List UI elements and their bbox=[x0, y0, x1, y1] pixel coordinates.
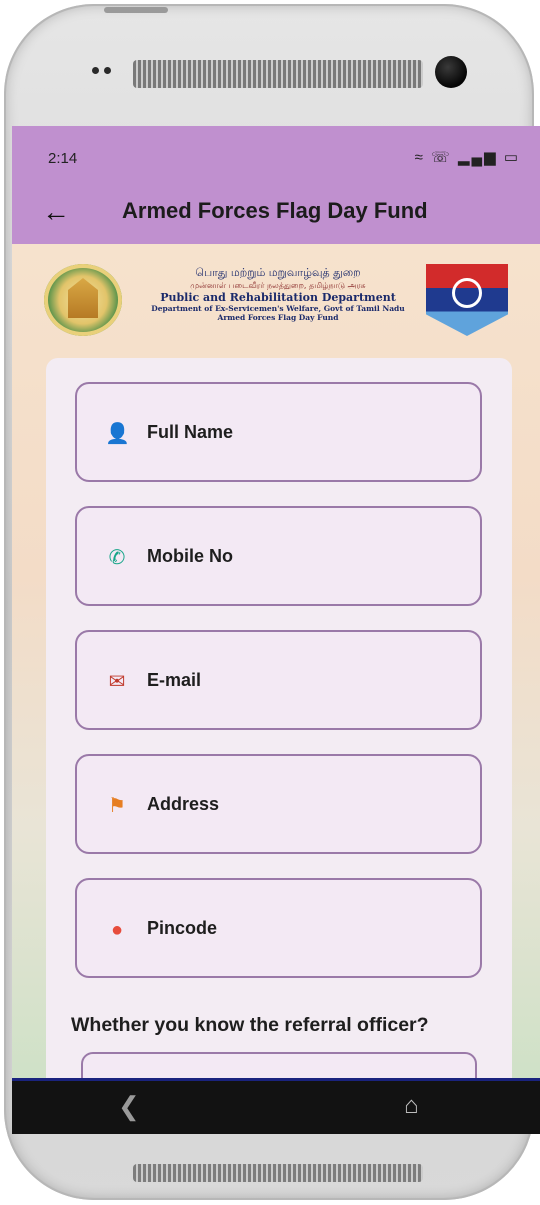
status-time: 2:14 bbox=[48, 150, 78, 167]
field-label: Full Name bbox=[147, 422, 234, 442]
battery-icon: ▭ bbox=[503, 149, 520, 166]
status-icons: ≈ ☏ ▂▄▆ ▭ bbox=[415, 148, 520, 166]
phone-icon: ✆ bbox=[108, 547, 126, 569]
email-field[interactable]: ✉ E-mail bbox=[75, 630, 482, 730]
address-field[interactable]: ⚑ Address bbox=[75, 754, 482, 854]
power-button bbox=[104, 7, 168, 13]
header-english-line-2: Department of Ex-Servicemen's Welfare, G… bbox=[151, 304, 405, 313]
nav-home-icon[interactable]: ⌂ bbox=[404, 1091, 434, 1121]
header-tamil-line-2: முன்னாள் படைவீரர் நலத்துறை, தமிழ்நாடு அர… bbox=[190, 281, 366, 290]
header-text: பொது மற்றும் மறுவாழ்வுத் துறை முன்னாள் ப… bbox=[128, 266, 428, 322]
header-tamil-line-1: பொது மற்றும் மறுவாழ்வுத் துறை bbox=[195, 266, 361, 279]
earpiece-speaker bbox=[133, 60, 423, 88]
field-label: Address bbox=[147, 794, 220, 814]
signal-icon: ▂▄▆ bbox=[457, 149, 498, 166]
form-card: 👤 Full Name ✆ Mobile No ✉ E-mail ⚑ Addre… bbox=[46, 358, 512, 1078]
main-content[interactable]: பொது மற்றும் மறுவாழ்வுத் துறை முன்னாள் ப… bbox=[12, 244, 540, 1078]
mail-icon: ✉ bbox=[108, 671, 126, 693]
header-english-line-3: Armed Forces Flag Day Fund bbox=[217, 313, 339, 322]
flag-day-badge-icon bbox=[426, 264, 508, 336]
location-map-icon: ⚑ bbox=[108, 795, 126, 817]
front-camera bbox=[435, 56, 467, 88]
status-bar: 2:14 ≈ ☏ ▂▄▆ ▭ bbox=[12, 126, 540, 188]
nav-back-icon[interactable]: ❮ bbox=[118, 1091, 148, 1121]
field-label: Pincode bbox=[147, 918, 218, 938]
arrow-left-icon[interactable]: ← bbox=[42, 196, 74, 228]
header-english-line-1: Public and Rehabilitation Department bbox=[160, 291, 396, 304]
call-icon: ☏ bbox=[431, 149, 452, 166]
pincode-field[interactable]: ● Pincode bbox=[75, 878, 482, 978]
tamil-nadu-emblem-icon bbox=[44, 264, 122, 336]
department-header: பொது மற்றும் மறுவாழ்வுத் துறை முன்னாள் ப… bbox=[32, 258, 522, 348]
screen: 2:14 ≈ ☏ ▂▄▆ ▭ ← Armed Forces Flag Day F… bbox=[12, 126, 540, 1134]
system-nav-bar: ❮ ⌂ bbox=[12, 1078, 540, 1134]
full-name-field[interactable]: 👤 Full Name bbox=[75, 382, 482, 482]
bottom-speaker bbox=[133, 1164, 423, 1182]
person-icon: 👤 bbox=[105, 423, 130, 445]
app-bar: ← Armed Forces Flag Day Fund bbox=[12, 188, 540, 244]
sensor-dots bbox=[92, 67, 111, 74]
field-label: E-mail bbox=[147, 670, 202, 690]
page-title: Armed Forces Flag Day Fund bbox=[122, 198, 428, 223]
field-label: Mobile No bbox=[147, 546, 233, 566]
wifi-icon: ≈ bbox=[414, 149, 425, 166]
referral-officer-select[interactable] bbox=[81, 1052, 477, 1078]
referral-officer-question: Whether you know the referral officer? bbox=[71, 1014, 429, 1036]
mobile-no-field[interactable]: ✆ Mobile No bbox=[75, 506, 482, 606]
location-pin-icon: ● bbox=[110, 919, 124, 941]
